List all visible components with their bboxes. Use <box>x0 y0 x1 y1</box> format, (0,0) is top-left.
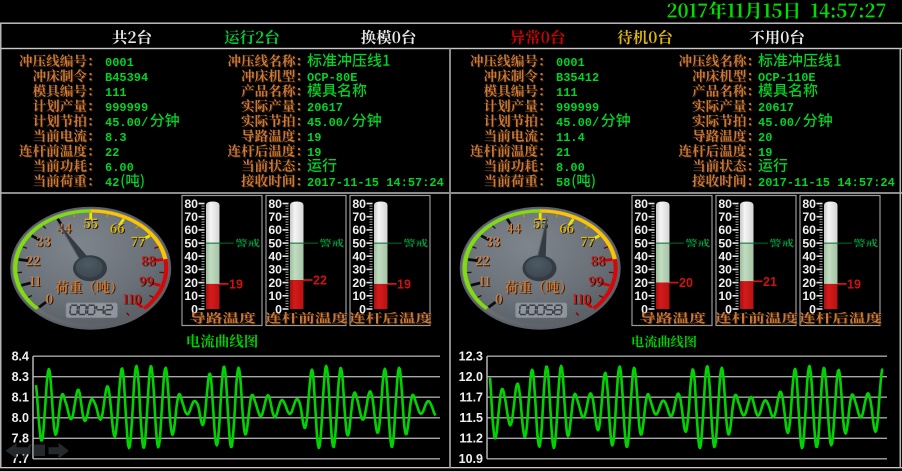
svg-text:45.00/: 45.00/ <box>307 116 350 130</box>
svg-text:50: 50 <box>634 236 648 250</box>
svg-text:10.9: 10.9 <box>459 452 483 466</box>
svg-text:20617: 20617 <box>758 101 794 115</box>
svg-text:10: 10 <box>634 289 648 303</box>
svg-text:20617: 20617 <box>307 101 343 115</box>
svg-text:70: 70 <box>802 210 816 224</box>
svg-text:50: 50 <box>718 236 732 250</box>
svg-text:20: 20 <box>268 276 282 290</box>
svg-text:20: 20 <box>758 131 772 145</box>
svg-text:20: 20 <box>718 276 732 290</box>
svg-text:60: 60 <box>184 223 198 237</box>
svg-text:19: 19 <box>229 277 243 291</box>
svg-text:30: 30 <box>634 263 648 277</box>
svg-text:12.3: 12.3 <box>459 349 483 363</box>
svg-text:19: 19 <box>307 131 321 145</box>
svg-text:6.00: 6.00 <box>105 161 134 175</box>
svg-text:0001: 0001 <box>556 56 585 70</box>
svg-text:11.7: 11.7 <box>459 390 483 404</box>
svg-text:20: 20 <box>184 276 198 290</box>
svg-text:8.3: 8.3 <box>12 370 29 384</box>
svg-text:B35412: B35412 <box>556 71 599 85</box>
svg-text:45.00/: 45.00/ <box>758 116 801 130</box>
svg-text:OCP-110E: OCP-110E <box>758 71 816 85</box>
svg-text:8.00: 8.00 <box>556 161 585 175</box>
svg-text:60: 60 <box>268 223 282 237</box>
svg-text:19: 19 <box>847 277 861 291</box>
svg-text:12.0: 12.0 <box>459 370 483 384</box>
svg-text:80: 80 <box>268 197 282 211</box>
svg-text:45.00/: 45.00/ <box>105 116 148 130</box>
svg-text:111: 111 <box>556 86 578 100</box>
svg-text:60: 60 <box>802 223 816 237</box>
svg-text:60: 60 <box>718 223 732 237</box>
svg-text:58: 58 <box>556 176 570 190</box>
svg-text:22: 22 <box>313 273 327 287</box>
svg-text:8.4: 8.4 <box>12 349 29 363</box>
svg-text:80: 80 <box>352 197 366 211</box>
svg-text:8.0: 8.0 <box>12 411 29 425</box>
svg-text:OCP-80E: OCP-80E <box>307 71 357 85</box>
svg-text:2017-11-15 14:57:24: 2017-11-15 14:57:24 <box>758 176 895 190</box>
svg-text:B45394: B45394 <box>105 71 148 85</box>
svg-text:21: 21 <box>763 275 777 289</box>
svg-text:10: 10 <box>718 289 732 303</box>
svg-text:42: 42 <box>105 176 119 190</box>
svg-text:60: 60 <box>352 223 366 237</box>
svg-text:40: 40 <box>802 250 816 264</box>
svg-text:11.2: 11.2 <box>459 431 483 445</box>
svg-text:10: 10 <box>268 289 282 303</box>
svg-text:2017-11-15 14:57:24: 2017-11-15 14:57:24 <box>307 176 444 190</box>
svg-text:50: 50 <box>352 236 366 250</box>
svg-text:70: 70 <box>184 210 198 224</box>
svg-text:10: 10 <box>184 289 198 303</box>
svg-text:19: 19 <box>758 146 772 160</box>
svg-text:70: 70 <box>268 210 282 224</box>
svg-text:80: 80 <box>718 197 732 211</box>
svg-text:22: 22 <box>105 146 119 160</box>
svg-text:30: 30 <box>802 263 816 277</box>
svg-text:19: 19 <box>397 277 411 291</box>
svg-text:45.00/: 45.00/ <box>556 116 599 130</box>
svg-text:8.1: 8.1 <box>12 390 29 404</box>
svg-text:0001: 0001 <box>105 56 134 70</box>
svg-text:111: 111 <box>105 86 127 100</box>
svg-text:7.8: 7.8 <box>12 431 29 445</box>
svg-text:30: 30 <box>718 263 732 277</box>
svg-text:10: 10 <box>802 289 816 303</box>
svg-text:30: 30 <box>268 263 282 277</box>
svg-text:50: 50 <box>802 236 816 250</box>
svg-text:40: 40 <box>268 250 282 264</box>
svg-text:70: 70 <box>634 210 648 224</box>
svg-text:40: 40 <box>634 250 648 264</box>
svg-text:80: 80 <box>184 197 198 211</box>
svg-text:20: 20 <box>634 276 648 290</box>
svg-text:10: 10 <box>352 289 366 303</box>
svg-text:11.4: 11.4 <box>556 131 585 145</box>
svg-text:60: 60 <box>634 223 648 237</box>
svg-text:80: 80 <box>802 197 816 211</box>
svg-text:20: 20 <box>802 276 816 290</box>
svg-text:11.5: 11.5 <box>459 411 483 425</box>
svg-text:30: 30 <box>184 263 198 277</box>
svg-text:80: 80 <box>634 197 648 211</box>
svg-text:20: 20 <box>352 276 366 290</box>
svg-text:70: 70 <box>718 210 732 224</box>
svg-text:999999: 999999 <box>556 101 599 115</box>
svg-text:21: 21 <box>556 146 570 160</box>
svg-text:999999: 999999 <box>105 101 148 115</box>
svg-text:30: 30 <box>352 263 366 277</box>
svg-text:19: 19 <box>307 146 321 160</box>
svg-text:40: 40 <box>352 250 366 264</box>
svg-text:20: 20 <box>679 276 693 290</box>
svg-text:70: 70 <box>352 210 366 224</box>
svg-text:50: 50 <box>268 236 282 250</box>
svg-text:50: 50 <box>184 236 198 250</box>
svg-text:8.3: 8.3 <box>105 131 127 145</box>
svg-text:40: 40 <box>718 250 732 264</box>
svg-text:40: 40 <box>184 250 198 264</box>
